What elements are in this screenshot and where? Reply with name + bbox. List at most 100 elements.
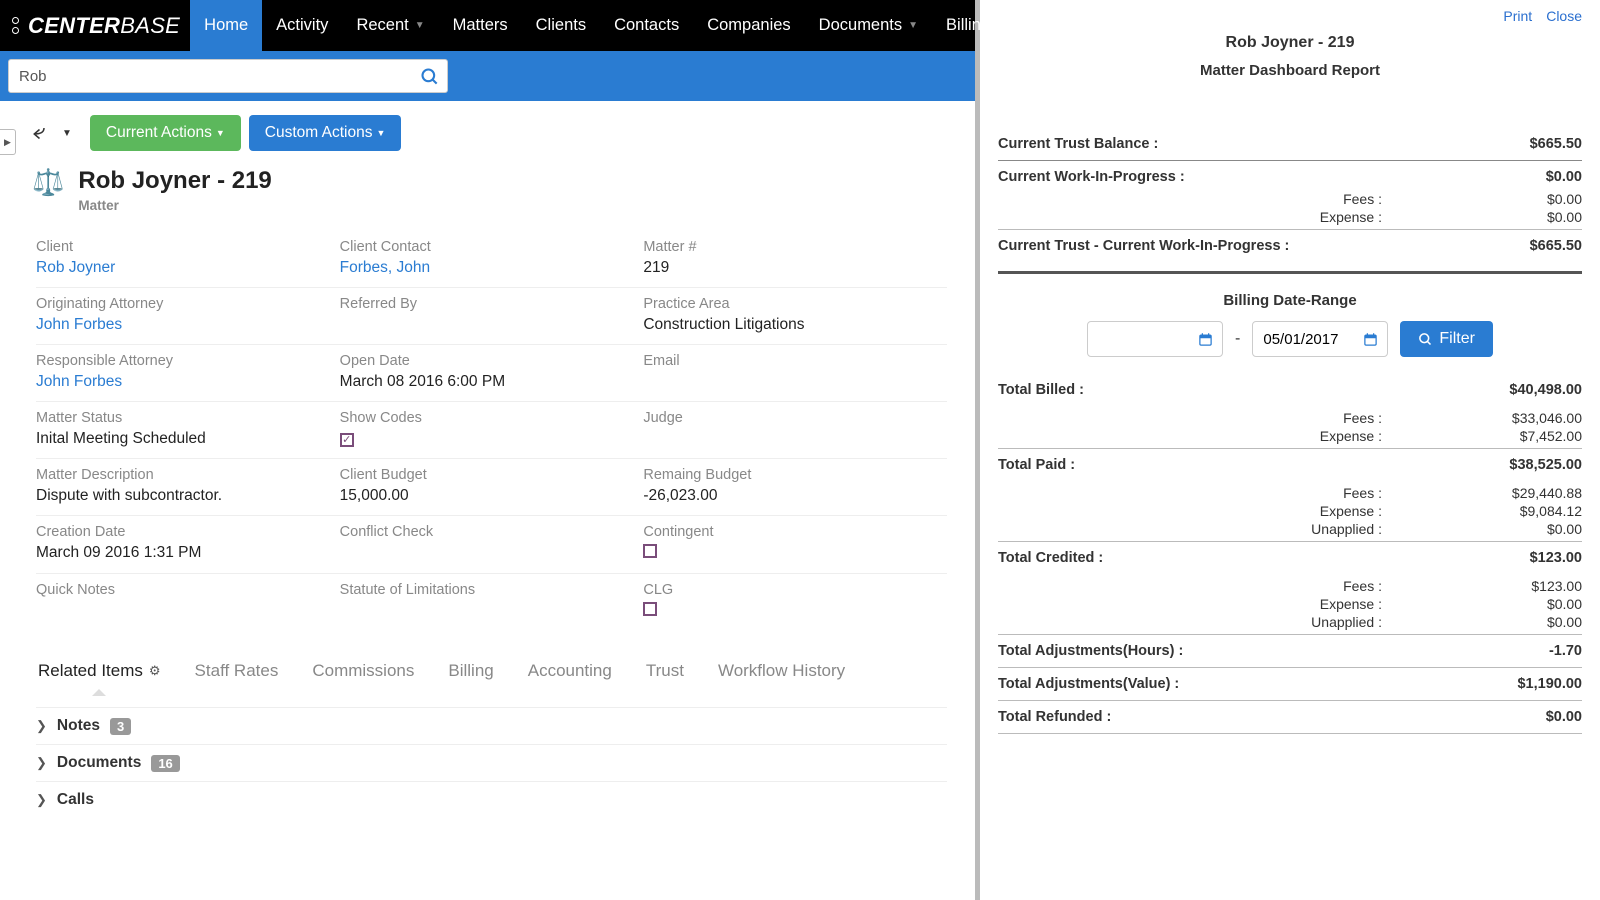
related-row-notes[interactable]: ❯ Notes 3 <box>36 707 947 744</box>
tab-workflow-history[interactable]: Workflow History <box>716 653 847 695</box>
related-row-calls[interactable]: ❯ Calls <box>36 781 947 818</box>
tab-accounting[interactable]: Accounting <box>526 653 614 695</box>
nav-recent[interactable]: Recent▼ <box>342 0 438 51</box>
back-arrow-icon[interactable] <box>28 119 54 148</box>
client-contact-link[interactable]: Forbes, John <box>340 259 628 277</box>
client-budget-value: 15,000.00 <box>340 487 628 505</box>
related-row-documents[interactable]: ❯ Documents 16 <box>36 744 947 781</box>
calendar-icon[interactable] <box>1353 331 1387 348</box>
tab-related-items[interactable]: Related Items⚙ <box>36 653 163 695</box>
nav-companies[interactable]: Companies <box>693 0 804 51</box>
report-value: $38,525.00 <box>1509 457 1582 473</box>
show-codes-checkbox[interactable]: ✓ <box>340 433 354 447</box>
report-sublabel: Fees : <box>1292 485 1382 501</box>
chevron-right-icon: ❯ <box>36 792 47 808</box>
report-label: Total Billed : <box>998 382 1084 398</box>
field-label: Quick Notes <box>36 582 324 598</box>
custom-actions-button[interactable]: Custom Actions▼ <box>249 115 402 151</box>
back-dropdown-caret[interactable]: ▼ <box>62 128 72 139</box>
remaining-budget-value: -26,023.00 <box>643 487 931 505</box>
report-value: $40,498.00 <box>1509 382 1582 398</box>
report-subvalue: $9,084.12 <box>1502 503 1582 519</box>
report-label: Total Adjustments(Value) : <box>998 676 1179 692</box>
nav-activity[interactable]: Activity <box>262 0 342 51</box>
report-sublabel: Expense : <box>1292 596 1382 612</box>
report-value: $0.00 <box>1546 709 1582 725</box>
report-label: Current Work-In-Progress : <box>998 169 1185 185</box>
tab-staff-rates[interactable]: Staff Rates <box>193 653 281 695</box>
contingent-checkbox[interactable] <box>643 544 657 558</box>
brand-logo[interactable]: CENTERBASE <box>8 13 180 39</box>
field-label: Client Contact <box>340 239 628 255</box>
chevron-right-icon: ❯ <box>36 755 47 771</box>
date-from-wrap <box>1087 321 1223 357</box>
related-label: Notes <box>57 717 100 735</box>
field-label: Referred By <box>340 296 628 312</box>
report-sublabel: Expense : <box>1292 503 1382 519</box>
field-label: Email <box>643 353 931 369</box>
top-nav: CENTERBASE Home Activity Recent▼ Matters… <box>0 0 975 51</box>
report-subvalue: $0.00 <box>1502 614 1582 630</box>
record-type: Matter <box>78 198 271 213</box>
chevron-right-icon: ❯ <box>36 718 47 734</box>
caret-down-icon: ▼ <box>908 20 918 31</box>
report-subvalue: $0.00 <box>1502 209 1582 225</box>
report-label: Total Credited : <box>998 550 1103 566</box>
open-date-value: March 08 2016 6:00 PM <box>340 373 628 391</box>
originating-attorney-link[interactable]: John Forbes <box>36 316 324 334</box>
report-sublabel: Unapplied : <box>1292 521 1382 537</box>
date-from-input[interactable] <box>1088 331 1188 348</box>
report-value: $665.50 <box>1530 136 1582 152</box>
report-value: $0.00 <box>1546 169 1582 185</box>
related-label: Documents <box>57 754 141 772</box>
tab-billing[interactable]: Billing <box>446 653 495 695</box>
report-sublabel: Fees : <box>1292 191 1382 207</box>
print-link[interactable]: Print <box>1503 8 1532 24</box>
brand-icon <box>8 17 22 34</box>
sidebar-expand-toggle[interactable]: ▶ <box>0 129 16 155</box>
tab-commissions[interactable]: Commissions <box>310 653 416 695</box>
practice-area-value: Construction Litigations <box>643 316 931 334</box>
record-title: Rob Joyner - 219 <box>78 167 271 195</box>
field-label: Remaing Budget <box>643 467 931 483</box>
search-icon[interactable] <box>420 65 440 88</box>
field-label: Creation Date <box>36 524 324 540</box>
report-subvalue: $29,440.88 <box>1502 485 1582 501</box>
range-dash: - <box>1235 330 1240 348</box>
detail-tabs: Related Items⚙ Staff Rates Commissions B… <box>36 653 947 695</box>
report-subvalue: $123.00 <box>1502 578 1582 594</box>
filter-button[interactable]: Filter <box>1400 321 1493 357</box>
search-bar <box>0 51 975 101</box>
field-label: Responsible Attorney <box>36 353 324 369</box>
brand-text: CENTERBASE <box>28 13 180 39</box>
nav-documents[interactable]: Documents▼ <box>805 0 932 51</box>
nav-home[interactable]: Home <box>190 0 262 51</box>
related-label: Calls <box>57 791 94 809</box>
report-sublabel: Fees : <box>1292 578 1382 594</box>
close-link[interactable]: Close <box>1546 8 1582 24</box>
nav-contacts[interactable]: Contacts <box>600 0 693 51</box>
report-sublabel: Unapplied : <box>1292 614 1382 630</box>
field-label: Judge <box>643 410 931 426</box>
report-subvalue: $7,452.00 <box>1502 428 1582 444</box>
gear-icon[interactable]: ⚙ <box>149 663 161 679</box>
tab-trust[interactable]: Trust <box>644 653 686 695</box>
search-input[interactable] <box>8 59 448 93</box>
report-value: $665.50 <box>1530 238 1582 254</box>
report-subvalue: $0.00 <box>1502 191 1582 207</box>
caret-down-icon: ▼ <box>216 128 225 138</box>
field-label: Conflict Check <box>340 524 628 540</box>
matter-number-value: 219 <box>643 259 931 277</box>
field-label: Client Budget <box>340 467 628 483</box>
date-to-input[interactable] <box>1253 331 1353 348</box>
nav-matters[interactable]: Matters <box>439 0 522 51</box>
client-link[interactable]: Rob Joyner <box>36 259 324 277</box>
clg-checkbox[interactable] <box>643 602 657 616</box>
responsible-attorney-link[interactable]: John Forbes <box>36 373 324 391</box>
count-badge: 3 <box>110 718 131 735</box>
calendar-icon[interactable] <box>1188 331 1222 348</box>
current-actions-button[interactable]: Current Actions▼ <box>90 115 241 151</box>
nav-clients[interactable]: Clients <box>522 0 600 51</box>
matter-description-value: Dispute with subcontractor. <box>36 487 324 505</box>
search-icon <box>1418 332 1433 347</box>
